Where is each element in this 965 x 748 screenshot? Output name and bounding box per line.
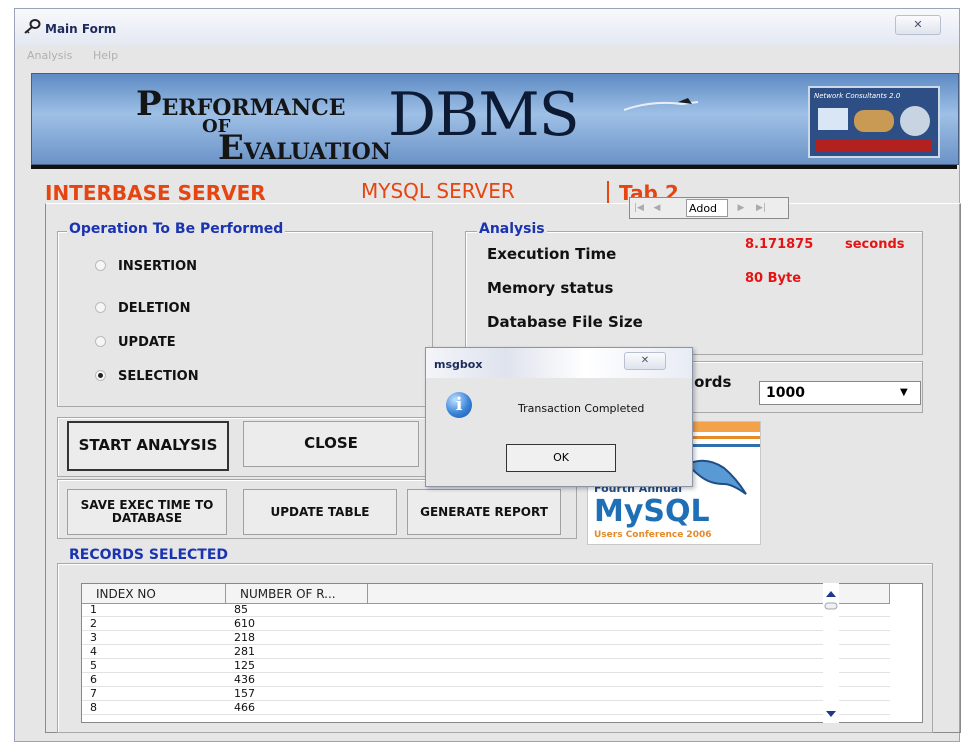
nav-next-button[interactable]: ▶ [734, 200, 748, 216]
radio-selection[interactable]: SELECTION [95, 369, 199, 384]
records-selected-legend: RECORDS SELECTED [67, 547, 231, 563]
grid-row-divider [82, 658, 890, 659]
tab-mysql-server[interactable]: MYSQL SERVER [361, 179, 515, 203]
nav-first-button[interactable]: |◀ [632, 200, 646, 216]
mysql-logo-brand: MySQL [594, 494, 710, 529]
grid-cell-index[interactable]: 1 [90, 604, 97, 615]
grid-cell-number-of-records[interactable]: 157 [234, 688, 255, 699]
execution-time-label: Execution Time [487, 245, 617, 263]
window-close-button[interactable]: ✕ [895, 15, 941, 35]
grid-row-divider [82, 630, 890, 631]
tab-interbase-server[interactable]: INTERBASE SERVER [45, 181, 266, 205]
nav-last-button[interactable]: ▶| [754, 200, 768, 216]
header-banner: PERFORMANCE OF EVALUATION DBMS Network C… [31, 73, 959, 168]
grid-cell-number-of-records[interactable]: 85 [234, 604, 248, 615]
msgbox-message: Transaction Completed [518, 402, 645, 415]
grid-cell-number-of-records[interactable]: 436 [234, 674, 255, 685]
execution-time-unit: seconds [845, 237, 905, 252]
analysis-legend: Analysis [477, 221, 547, 237]
nav-previous-button[interactable]: ◀ [650, 200, 664, 216]
info-icon: i [446, 392, 472, 418]
nav-caption: Adod [686, 199, 728, 217]
column-header-empty [368, 584, 890, 604]
radio-circle[interactable] [95, 260, 106, 271]
radio-insertion[interactable]: INSERTION [95, 259, 197, 274]
execution-time-value: 8.171875 [745, 237, 814, 252]
msgbox-ok-button[interactable]: OK [506, 444, 616, 472]
grid-cell-number-of-records[interactable]: 466 [234, 702, 255, 713]
menu-help[interactable]: Help [93, 49, 118, 62]
column-header-index-no[interactable]: INDEX NO [82, 584, 226, 604]
banner-divider [31, 165, 957, 169]
records-grid[interactable]: INDEX NO NUMBER OF R... 1 85 2 610 3 218 4 281 5… [81, 583, 923, 723]
grid-cell-number-of-records[interactable]: 218 [234, 632, 255, 643]
grid-row-divider [82, 616, 890, 617]
main-window: Main Form ✕ Analysis Help PERFORMANCE OF… [14, 8, 961, 742]
grid-cell-number-of-records[interactable]: 281 [234, 646, 255, 657]
grid-cell-index[interactable]: 5 [90, 660, 97, 671]
records-count-select[interactable]: 1000 ▼ [759, 381, 921, 405]
save-exec-time-button[interactable]: SAVE EXEC TIME TO DATABASE [67, 489, 227, 535]
grid-cell-index[interactable]: 3 [90, 632, 97, 643]
grid-cell-index[interactable]: 7 [90, 688, 97, 699]
column-header-number-of-records[interactable]: NUMBER OF R... [226, 584, 368, 604]
mysql-logo-line2: Users Conference 2006 [594, 530, 712, 540]
grid-scrollbar[interactable] [823, 583, 839, 723]
window-title: Main Form [45, 22, 117, 36]
grid-row-divider [82, 686, 890, 687]
grid-cell-index[interactable]: 4 [90, 646, 97, 657]
tab-separator [607, 181, 609, 203]
start-analysis-button[interactable]: START ANALYSIS [67, 421, 229, 471]
key-icon [24, 19, 41, 34]
grid-row-divider [82, 672, 890, 673]
radio-circle-selected[interactable] [95, 370, 106, 381]
msgbox-title-bar[interactable]: msgbox ✕ [426, 348, 692, 378]
grid-cell-number-of-records[interactable]: 610 [234, 618, 255, 629]
grid-cell-index[interactable]: 8 [90, 702, 97, 713]
grid-cell-number-of-records[interactable]: 125 [234, 660, 255, 671]
grid-cell-index[interactable]: 6 [90, 674, 97, 685]
title-bar[interactable]: Main Form ✕ [15, 9, 959, 45]
grid-row-divider [82, 714, 890, 715]
menu-analysis[interactable]: Analysis [27, 49, 72, 62]
banner-dbms: DBMS [388, 80, 580, 150]
radio-deletion[interactable]: DELETION [95, 301, 190, 316]
jet-icon [623, 98, 699, 111]
book-cover-image: Network Consultants 2.0 [808, 86, 940, 158]
memory-status-label: Memory status [487, 279, 614, 297]
records-count-value: 1000 [766, 385, 805, 401]
grid-row-divider [82, 700, 890, 701]
banner-evaluation: EVALUATION [218, 128, 391, 168]
chevron-down-icon[interactable]: ▼ [900, 387, 908, 398]
menu-bar: Analysis Help [15, 47, 959, 67]
grid-cell-index[interactable]: 2 [90, 618, 97, 629]
radio-circle[interactable] [95, 302, 106, 313]
memory-status-value: 80 Byte [745, 271, 802, 286]
operation-legend: Operation To Be Performed [67, 221, 286, 237]
data-navigator: |◀ ◀ Adod ▶ ▶| [629, 197, 789, 219]
msgbox-dialog: msgbox ✕ i Transaction Completed OK [425, 347, 693, 487]
msgbox-title: msgbox [434, 358, 483, 371]
close-button[interactable]: CLOSE [243, 421, 419, 467]
banner-performance: PERFORMANCE [136, 84, 346, 124]
update-table-button[interactable]: UPDATE TABLE [243, 489, 397, 535]
grid-row-divider [82, 644, 890, 645]
database-file-size-label: Database File Size [487, 313, 643, 331]
radio-update[interactable]: UPDATE [95, 335, 176, 350]
msgbox-close-button[interactable]: ✕ [624, 352, 666, 370]
generate-report-button[interactable]: GENERATE REPORT [407, 489, 561, 535]
radio-circle[interactable] [95, 336, 106, 347]
